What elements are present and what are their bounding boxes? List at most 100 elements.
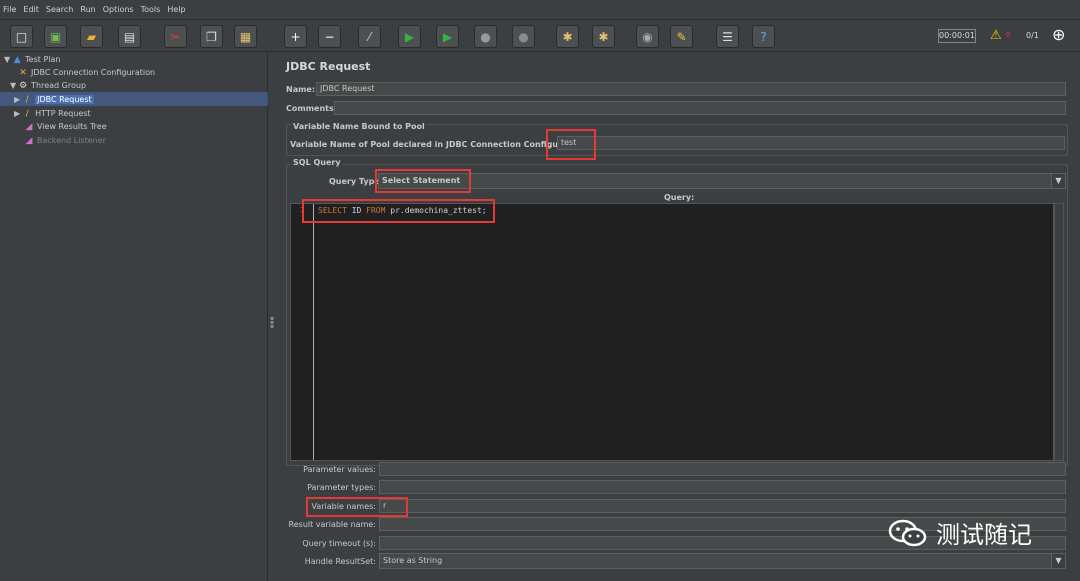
paste-icon: ▦	[239, 29, 252, 44]
handle-resultset-select[interactable]: Store as String ▼	[379, 553, 1066, 569]
save-icon: ▤	[123, 29, 136, 44]
var-names-field[interactable]: r	[379, 499, 1066, 513]
listener-icon: ◢	[25, 121, 33, 132]
new-button[interactable]: □	[10, 25, 33, 48]
chevron-down-icon[interactable]: ▼	[1051, 554, 1065, 568]
expand-arrow-icon[interactable]: ▶	[14, 95, 20, 104]
query-type-select[interactable]: Select Statement ▼	[378, 173, 1066, 189]
highlight-pool	[546, 129, 596, 160]
pool-label: Variable Name of Pool declared in JDBC C…	[290, 140, 589, 149]
cut-button[interactable]: ✂	[164, 25, 187, 48]
chevron-down-icon[interactable]: ▼	[1051, 174, 1065, 188]
timeout-label: Query timeout (s):	[302, 539, 376, 548]
clear-button[interactable]: ✱	[556, 25, 579, 48]
menu-options[interactable]: Options	[103, 5, 134, 14]
menu-help[interactable]: Help	[167, 5, 185, 14]
splitter-grip[interactable]: ▪ ▪ ▪	[270, 316, 274, 330]
tree-node-label: Thread Group	[31, 81, 87, 90]
splitter[interactable]: ▪ ▪ ▪	[268, 52, 278, 581]
cut-icon: ✂	[170, 29, 181, 44]
menu-bar: File Edit Search Run Options Tools Help	[0, 0, 1080, 20]
shutdown-button[interactable]: ●	[512, 25, 535, 48]
toolbar: 00:00:01 ⚠ 0 0/1 ⊕ □ ▣ ▰ ▤ ✂ ❐ ▦ + − ⁄ ▶ ▶ ● ● ✱ ✱ ◉ ✎ ☰?	[0, 20, 1080, 52]
start-no-pause-button[interactable]: ▶	[436, 25, 459, 48]
stop-button[interactable]: ●	[474, 25, 497, 48]
tree-node-thread-group[interactable]: ▼ ⚙ Thread Group	[10, 79, 86, 92]
param-types-label: Parameter types:	[307, 483, 376, 492]
reset-search-button[interactable]: ✎	[670, 25, 693, 48]
collapse-arrow-icon[interactable]: ▼	[4, 55, 10, 64]
start-button[interactable]: ▶	[398, 25, 421, 48]
tree-node-jdbc-connection-configuration[interactable]: ✕ JDBC Connection Configuration	[18, 66, 155, 79]
function-helper-icon: ☰	[722, 29, 733, 44]
tree-node-jdbc-request[interactable]: ▶ / JDBC Request	[14, 93, 94, 106]
tree-node-label: Backend Listener	[37, 136, 106, 145]
config-element-icon: ✕	[19, 67, 27, 78]
watermark-text: 测试随记	[936, 521, 1032, 549]
menu-run[interactable]: Run	[80, 5, 95, 14]
menu-file[interactable]: File	[3, 5, 16, 14]
start-no-pause-icon: ▶	[442, 29, 453, 44]
collapse-arrow-icon[interactable]: ▼	[10, 81, 16, 90]
thread-count: 0/1	[1026, 31, 1039, 40]
toggle-icon: ⁄	[368, 29, 371, 44]
clear-icon: ✱	[562, 29, 573, 44]
clear-all-icon: ✱	[598, 29, 609, 44]
sql-group-title: SQL Query	[291, 158, 343, 167]
open-button[interactable]: ▰	[80, 25, 103, 48]
stop-icon: ●	[480, 29, 491, 44]
search-button[interactable]: ◉	[636, 25, 659, 48]
function-helper-button[interactable]: ☰	[716, 25, 739, 48]
wechat-icon	[888, 518, 928, 548]
templates-button[interactable]: ▣	[44, 25, 67, 48]
pool-group-title: Variable Name Bound to Pool	[291, 122, 427, 131]
test-plan-tree: ▼ ▲ Test Plan ✕ JDBC Connection Configuratio…	[0, 52, 268, 581]
highlight-query-type	[375, 169, 471, 193]
tree-node-label: Test Plan	[25, 55, 61, 64]
param-types-field[interactable]	[379, 480, 1066, 494]
thread-group-icon: ⚙	[19, 80, 28, 91]
result-var-label: Result variable name:	[288, 520, 376, 529]
listener-icon: ◢	[25, 135, 33, 146]
remote-globe-icon[interactable]: ⊕	[1052, 25, 1065, 44]
search-icon: ◉	[642, 29, 653, 44]
param-values-field[interactable]	[379, 462, 1066, 476]
tree-node-label: JDBC Connection Configuration	[31, 68, 156, 77]
start-icon: ▶	[404, 29, 415, 44]
comments-field[interactable]	[334, 101, 1066, 115]
copy-button[interactable]: ❐	[200, 25, 223, 48]
handle-resultset-label: Handle ResultSet:	[304, 557, 376, 566]
editor-gutter-line	[313, 204, 314, 460]
expand-button[interactable]: +	[284, 25, 307, 48]
tree-node-backend-listener[interactable]: ◢ Backend Listener	[24, 134, 106, 147]
warning-icon[interactable]: ⚠	[990, 28, 1002, 43]
expand-arrow-icon[interactable]: ▶	[14, 109, 20, 118]
highlight-query	[302, 199, 495, 223]
query-editor[interactable]: 1 SELECT ID FROM pr.demochina_zttest;	[290, 203, 1054, 461]
new-icon: □	[15, 29, 28, 44]
help-button[interactable]: ?	[752, 25, 775, 48]
param-values-label: Parameter values:	[303, 465, 376, 474]
name-field[interactable]: JDBC Request	[316, 82, 1066, 96]
clear-all-button[interactable]: ✱	[592, 25, 615, 48]
name-label: Name:	[286, 85, 316, 94]
editor-gutter: 1	[291, 204, 311, 460]
tree-node-test-plan[interactable]: ▼ ▲ Test Plan	[4, 53, 60, 66]
help-icon: ?	[760, 29, 767, 44]
tree-node-label: JDBC Request	[35, 95, 94, 104]
menu-tools[interactable]: Tools	[141, 5, 161, 14]
menu-edit[interactable]: Edit	[23, 5, 39, 14]
pool-field[interactable]: test	[557, 136, 1065, 150]
collapse-button[interactable]: −	[318, 25, 341, 48]
toggle-button[interactable]: ⁄	[358, 25, 381, 48]
save-button[interactable]: ▤	[118, 25, 141, 48]
menu-search[interactable]: Search	[46, 5, 73, 14]
tree-node-view-results-tree[interactable]: ◢ View Results Tree	[24, 120, 107, 133]
paste-button[interactable]: ▦	[234, 25, 257, 48]
sampler-icon: /	[25, 94, 29, 105]
reset-search-icon: ✎	[676, 29, 687, 44]
test-plan-icon: ▲	[13, 54, 21, 65]
query-label: Query:	[664, 193, 695, 202]
editor-scrollbar[interactable]	[1054, 203, 1064, 461]
tree-node-http-request[interactable]: ▶ / HTTP Request	[14, 107, 91, 120]
